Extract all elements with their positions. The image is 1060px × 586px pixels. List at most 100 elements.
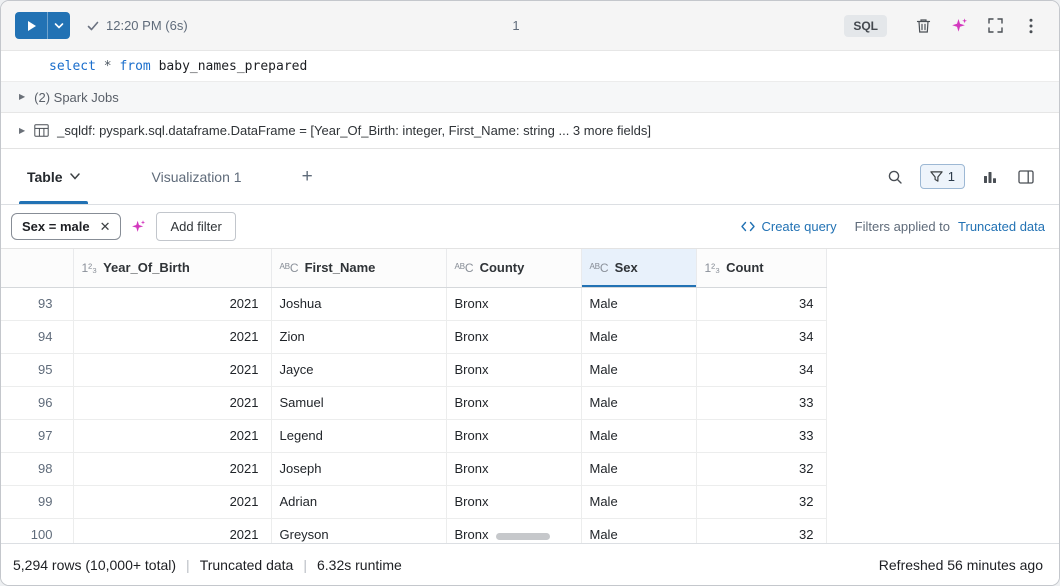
- table-cell[interactable]: Bronx: [446, 287, 581, 320]
- spark-jobs-row[interactable]: ▶ (2) Spark Jobs: [1, 81, 1059, 113]
- run-button[interactable]: [15, 12, 70, 39]
- separator: |: [186, 557, 190, 573]
- assistant-sparkle-icon[interactable]: [131, 219, 146, 234]
- table-cell[interactable]: 2021: [73, 452, 271, 485]
- table-cell[interactable]: Bronx: [446, 419, 581, 452]
- table-cell[interactable]: 2021: [73, 320, 271, 353]
- tab-table[interactable]: Table: [19, 149, 88, 204]
- column-header-first-name[interactable]: ᴬᴮCFirst_Name: [271, 249, 446, 287]
- delete-cell-button[interactable]: [909, 12, 937, 40]
- table-cell[interactable]: 2021: [73, 419, 271, 452]
- table-row: 982021JosephBronxMale32: [1, 452, 826, 485]
- table-cell[interactable]: 34: [696, 320, 826, 353]
- column-header-sex[interactable]: ᴬᴮCSex: [581, 249, 696, 287]
- truncated-data-link[interactable]: Truncated data: [958, 219, 1045, 234]
- table-cell[interactable]: Joshua: [271, 287, 446, 320]
- cell-number: 1: [512, 18, 519, 33]
- column-header-year-of-birth[interactable]: 1²₃Year_Of_Birth: [73, 249, 271, 287]
- create-query-label: Create query: [761, 219, 836, 234]
- table-cell[interactable]: Bronx: [446, 485, 581, 518]
- separator: |: [303, 557, 307, 573]
- data-profile-icon[interactable]: [975, 162, 1005, 192]
- table-cell[interactable]: Male: [581, 287, 696, 320]
- remove-filter-icon[interactable]: ✕: [100, 220, 111, 233]
- assistant-sparkle-icon[interactable]: [945, 12, 973, 40]
- table-cell[interactable]: Bronx: [446, 386, 581, 419]
- table-cell[interactable]: 32: [696, 518, 826, 543]
- collapse-arrow-icon[interactable]: ▶: [19, 127, 25, 135]
- table-cell[interactable]: 33: [696, 386, 826, 419]
- numeric-type-icon: 1²₃: [82, 261, 98, 275]
- tab-table-label: Table: [27, 169, 63, 185]
- string-type-icon: ᴬᴮC: [455, 261, 474, 275]
- play-icon[interactable]: [15, 12, 47, 39]
- truncated-data-text: Truncated data: [200, 557, 294, 573]
- tab-visualization-1[interactable]: Visualization 1: [144, 149, 250, 204]
- table-row: 932021JoshuaBronxMale34: [1, 287, 826, 320]
- tab-visualization-label: Visualization 1: [152, 169, 242, 185]
- table-cell[interactable]: Male: [581, 452, 696, 485]
- table-cell[interactable]: 33: [696, 419, 826, 452]
- table-cell[interactable]: 2021: [73, 353, 271, 386]
- table-cell[interactable]: 2021: [73, 386, 271, 419]
- filter-chip-label: Sex = male: [22, 219, 90, 234]
- create-query-link[interactable]: Create query: [741, 219, 836, 234]
- run-options-chevron-down-icon[interactable]: [48, 12, 70, 39]
- kebab-menu-icon[interactable]: [1017, 12, 1045, 40]
- table-cell[interactable]: Bronx: [446, 320, 581, 353]
- code-editor-line[interactable]: select * from baby_names_prepared: [1, 51, 1059, 81]
- table-grid-icon: [34, 124, 49, 137]
- numeric-type-icon: 1²₃: [705, 261, 721, 275]
- column-header-count[interactable]: 1²₃ Count: [696, 249, 826, 287]
- sql-operator: *: [104, 59, 112, 74]
- table-header-row: 1²₃Year_Of_Birth ᴬᴮCFirst_Name ᴬᴮCCounty…: [1, 249, 826, 287]
- table-cell[interactable]: 32: [696, 452, 826, 485]
- collapse-arrow-icon[interactable]: ▶: [19, 93, 25, 101]
- column-header-county[interactable]: ᴬᴮCCounty: [446, 249, 581, 287]
- table-cell[interactable]: Male: [581, 320, 696, 353]
- table-cell[interactable]: Male: [581, 419, 696, 452]
- filters-applied-text: Filters applied to: [855, 219, 950, 234]
- table-cell[interactable]: Bronx: [446, 353, 581, 386]
- refreshed-text: Refreshed 56 minutes ago: [879, 557, 1047, 573]
- cell-toolbar: 12:20 PM (6s) 1 SQL: [1, 1, 1059, 51]
- table-cell[interactable]: 2021: [73, 485, 271, 518]
- row-count-text: 5,294 rows (10,000+ total): [13, 557, 176, 573]
- add-tab-button[interactable]: +: [294, 149, 321, 204]
- table-cell[interactable]: 34: [696, 287, 826, 320]
- table-cell[interactable]: Bronx: [446, 452, 581, 485]
- table-row: 962021SamuelBronxMale33: [1, 386, 826, 419]
- add-filter-button[interactable]: Add filter: [156, 212, 235, 241]
- sql-keyword: select: [49, 59, 96, 74]
- table-cell[interactable]: Samuel: [271, 386, 446, 419]
- string-type-icon: ᴬᴮC: [590, 261, 609, 275]
- table-cell[interactable]: Greyson: [271, 518, 446, 543]
- runtime-text: 6.32s runtime: [317, 557, 402, 573]
- table-cell[interactable]: Zion: [271, 320, 446, 353]
- table-cell[interactable]: 32: [696, 485, 826, 518]
- table-cell[interactable]: Male: [581, 518, 696, 543]
- dataframe-result-row[interactable]: ▶ _sqldf: pyspark.sql.dataframe.DataFram…: [1, 113, 1059, 149]
- table-cell[interactable]: Male: [581, 353, 696, 386]
- language-badge[interactable]: SQL: [844, 15, 887, 37]
- table-cell[interactable]: Male: [581, 386, 696, 419]
- expand-fullscreen-icon[interactable]: [981, 12, 1009, 40]
- filter-count: 1: [948, 169, 955, 184]
- filter-chip-sex-male[interactable]: Sex = male ✕: [11, 213, 121, 240]
- table-cell[interactable]: Joseph: [271, 452, 446, 485]
- horizontal-scrollbar[interactable]: [496, 533, 550, 540]
- results-tab-bar: Table Visualization 1 + 1: [1, 149, 1059, 205]
- side-panel-icon[interactable]: [1011, 162, 1041, 192]
- search-icon[interactable]: [880, 162, 910, 192]
- table-cell[interactable]: Male: [581, 485, 696, 518]
- filter-count-button[interactable]: 1: [920, 164, 965, 189]
- table-cell[interactable]: 2021: [73, 287, 271, 320]
- table-cell[interactable]: Legend: [271, 419, 446, 452]
- table-cell[interactable]: 2021: [73, 518, 271, 543]
- table-cell[interactable]: Jayce: [271, 353, 446, 386]
- table-cell[interactable]: Adrian: [271, 485, 446, 518]
- column-label: Count: [726, 260, 764, 275]
- table-cell[interactable]: 34: [696, 353, 826, 386]
- results-table-area: 1²₃Year_Of_Birth ᴬᴮCFirst_Name ᴬᴮCCounty…: [1, 249, 1059, 543]
- row-number-cell: 97: [1, 419, 73, 452]
